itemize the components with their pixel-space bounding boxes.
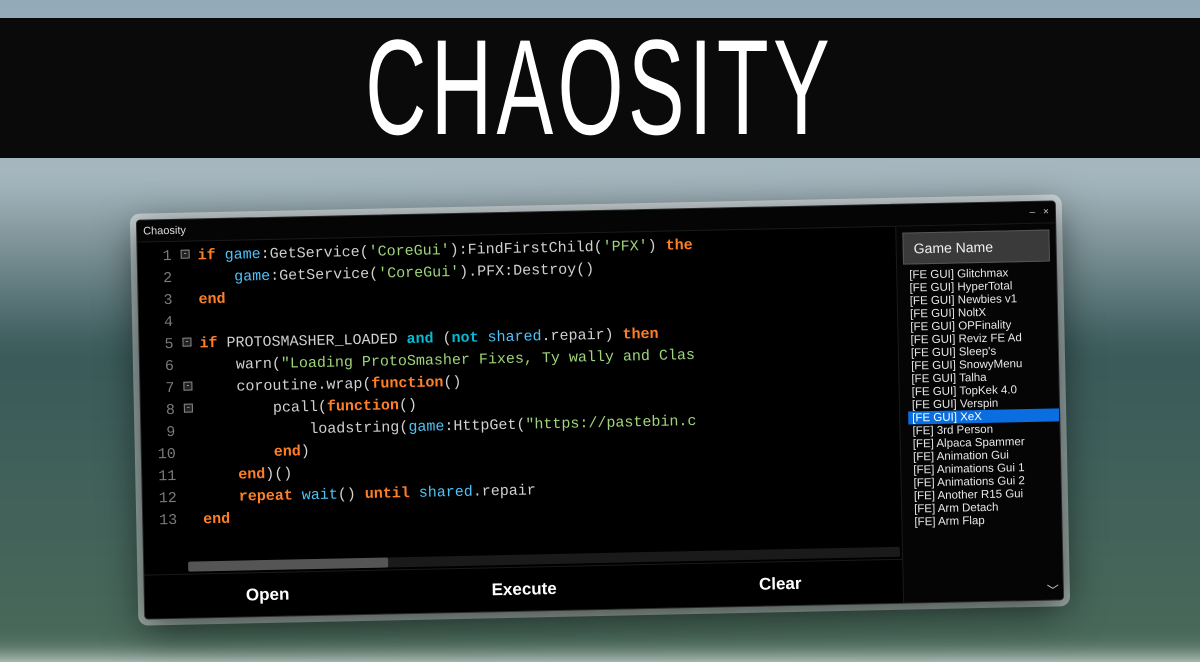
- list-item[interactable]: [FE] Arm Flap: [910, 512, 1061, 528]
- line-number: 4: [139, 312, 181, 335]
- line-number: 11: [142, 466, 184, 489]
- title-banner: CHAOSITY: [0, 18, 1200, 158]
- fold-icon[interactable]: -: [183, 382, 192, 391]
- app-window: Chaosity – × 1-2345-67-8-910111213 if ga…: [136, 200, 1064, 619]
- line-number: 8-: [141, 400, 183, 423]
- clear-button[interactable]: Clear: [739, 567, 822, 601]
- editor-body[interactable]: 1-2345-67-8-910111213 if game:GetService…: [137, 227, 902, 563]
- fold-icon[interactable]: -: [184, 404, 193, 413]
- line-number: 9: [141, 422, 183, 445]
- line-number: 1-: [137, 246, 179, 269]
- app-title: CHAOSITY: [366, 10, 835, 166]
- line-number: 6: [140, 356, 182, 379]
- fold-icon[interactable]: -: [181, 250, 190, 259]
- line-number: 12: [143, 488, 185, 511]
- sidebar: Game Name [FE GUI] Glitchmax[FE GUI] Hyp…: [895, 223, 1063, 602]
- line-number: 7-: [140, 378, 182, 401]
- line-number: 2: [138, 268, 180, 291]
- window-title: Chaosity: [143, 224, 186, 237]
- execute-button[interactable]: Execute: [471, 572, 577, 606]
- line-number: 5-: [139, 334, 181, 357]
- script-list[interactable]: [FE GUI] Glitchmax[FE GUI] HyperTotal[FE…: [897, 265, 1063, 602]
- line-number: 13: [143, 510, 185, 533]
- fold-icon[interactable]: -: [182, 338, 191, 347]
- minimize-button[interactable]: –: [1029, 207, 1035, 218]
- code-area[interactable]: if game:GetService('CoreGui'):FindFirstC…: [179, 227, 902, 562]
- line-number: 3: [138, 290, 180, 313]
- scroll-down-icon[interactable]: ﹀: [1045, 581, 1061, 597]
- line-gutter: 1-2345-67-8-910111213: [137, 242, 186, 563]
- close-button[interactable]: ×: [1043, 207, 1049, 218]
- open-button[interactable]: Open: [226, 578, 310, 612]
- editor-pane: 1-2345-67-8-910111213 if game:GetService…: [137, 227, 903, 619]
- window-controls: – ×: [1029, 207, 1049, 218]
- content-row: 1-2345-67-8-910111213 if game:GetService…: [137, 223, 1063, 618]
- line-number: 10: [142, 444, 184, 467]
- sidebar-header[interactable]: Game Name: [902, 230, 1050, 265]
